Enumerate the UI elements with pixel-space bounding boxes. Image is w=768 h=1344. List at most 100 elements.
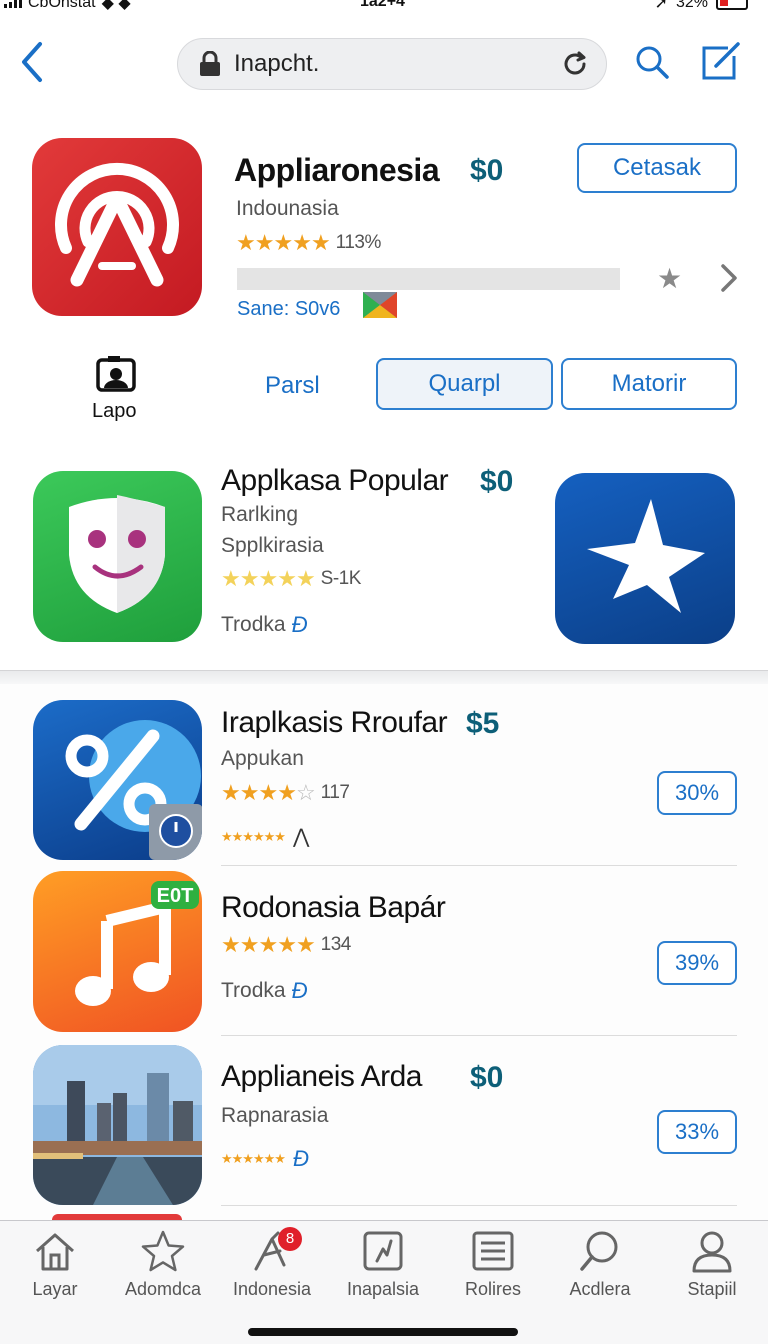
tab-adomdca[interactable]: Adomdca [108, 1229, 218, 1299]
discount-button[interactable]: 30% [657, 771, 737, 815]
caret-up-icon[interactable]: ⋀ [293, 824, 309, 849]
star-icon [141, 1229, 185, 1273]
list-item-icon[interactable] [33, 1045, 202, 1205]
search-icon [578, 1229, 622, 1273]
popular-app-price: $0 [480, 465, 514, 498]
rating-count: 113% [335, 232, 382, 253]
url-text[interactable]: Inapcht. [234, 50, 560, 78]
new-badge: E0T [157, 885, 194, 907]
status-bar: CbOnstat ◆ ◆ 1a2+4 ➚ 32% [0, 0, 768, 14]
star-app-icon[interactable] [555, 473, 735, 644]
podcast-icon [55, 162, 179, 287]
shield-face-icon [69, 495, 165, 613]
battery-icon [716, 0, 748, 10]
battery-percent: 32% [675, 0, 708, 11]
tab-label: Indonesia [232, 1279, 312, 1299]
list-item-subtitle: Appukan [221, 747, 304, 770]
tab-acdlera[interactable]: Acdlera [545, 1229, 655, 1299]
get-button[interactable]: Cetasak [577, 143, 737, 193]
popular-app-title[interactable]: Applkasa Popular [221, 464, 449, 498]
tab-label: Acdlera [569, 1279, 631, 1299]
tab-label: Layar [32, 1279, 78, 1299]
tab-rolires[interactable]: Rolires [438, 1229, 548, 1299]
notification-badge: 8 [278, 1227, 302, 1251]
tab-layar[interactable]: Layar [0, 1229, 110, 1299]
star-icon [587, 499, 705, 613]
search-button[interactable] [634, 44, 670, 80]
favorite-star-icon[interactable]: ★ [657, 262, 682, 295]
rating-count: 117 [320, 782, 350, 803]
tab-label: Adomdca [124, 1279, 202, 1299]
popular-app-icon[interactable] [33, 471, 202, 642]
list-item-price: $0 [470, 1061, 504, 1094]
search-icon [636, 46, 669, 79]
tab-matorir[interactable]: Matorir [561, 358, 737, 410]
featured-rating: ★★★★★ 113% [236, 230, 381, 256]
rating-stars: ★★★★★ [236, 230, 331, 255]
home-indicator[interactable] [248, 1328, 518, 1336]
section-divider [0, 670, 768, 684]
person-icon [690, 1229, 734, 1273]
row-separator [221, 1035, 737, 1036]
discount-button[interactable]: 33% [657, 1110, 737, 1154]
list-item-icon[interactable] [33, 700, 202, 860]
rating-count: S-1K [320, 568, 362, 589]
app-size: Sane: S0v6 [237, 298, 341, 320]
compose-button[interactable] [700, 42, 742, 82]
tab-inapalsia[interactable]: Inapalsia [328, 1229, 438, 1299]
compose-icon [702, 42, 740, 80]
list-item-title[interactable]: Rodonasia Bapár [221, 891, 446, 925]
list-item-icon[interactable]: E0T [33, 871, 202, 1032]
city-photo-icon [33, 1045, 202, 1205]
trodka-label: Trodka [221, 613, 286, 636]
signal-icon [4, 0, 22, 8]
compass-icon: 8 [250, 1227, 302, 1273]
mini-stars: ★★★★★★ [221, 1151, 286, 1166]
apps-icon [361, 1229, 405, 1273]
tab-stapiil[interactable]: Stapiil [657, 1229, 767, 1299]
url-bar[interactable]: Inapcht. [177, 38, 607, 90]
rating-stars: ★★★★☆ [221, 780, 316, 805]
featured-app-icon[interactable] [32, 138, 202, 316]
music-note-icon: E0T [75, 881, 199, 1006]
info-icon: Ð [292, 1146, 309, 1171]
back-button[interactable] [18, 40, 48, 84]
popular-rating: ★★★★★ S-1K [221, 566, 361, 592]
tab-quarpl[interactable]: Quarpl [376, 358, 553, 410]
reload-icon[interactable] [560, 49, 590, 79]
tab-label: Stapiil [687, 1279, 737, 1299]
discount-button[interactable]: 39% [657, 941, 737, 985]
list-item-title[interactable]: Applianeis Arda [221, 1060, 422, 1094]
mini-stars: ★★★★★★ [221, 828, 286, 844]
list-item-trodka: Trodka Ð [221, 978, 307, 1004]
wifi-icon: ◆ ◆ [101, 0, 131, 12]
rating-stars: ★★★★★ [221, 566, 316, 591]
tab-indonesia[interactable]: 8 Indonesia [217, 1227, 327, 1299]
camera-icon [96, 356, 136, 392]
camera-label: Lapo [92, 400, 137, 422]
home-icon [33, 1229, 77, 1273]
details-button[interactable] [716, 262, 742, 294]
list-item-price: $5 [466, 707, 500, 740]
tab-label: Inapalsia [346, 1279, 420, 1299]
status-right: ➚ 32% [655, 0, 748, 13]
list-icon [471, 1229, 515, 1273]
rating-count: 134 [320, 934, 352, 955]
mini-rating: ★★★★★★ ⋀ [221, 824, 309, 849]
info-icon: Ð [291, 612, 308, 637]
featured-app-title[interactable]: Appliaronesia [234, 152, 440, 189]
location-icon: ➚ [654, 0, 668, 12]
tab-parsl[interactable]: Parsl [265, 372, 320, 400]
tab-bar: Layar Adomdca 8 Indonesia Inapalsia Roli… [0, 1220, 768, 1344]
list-item-title[interactable]: Iraplkasis Rroufar [221, 706, 448, 740]
trodka-label: Trodka [221, 979, 286, 1002]
chevron-left-icon [22, 42, 42, 82]
featured-app-subtitle: Indounasia [236, 197, 339, 220]
list-item-rating: ★★★★★ 134 [221, 932, 351, 958]
carrier-text: CbOnstat [28, 0, 96, 11]
status-left: CbOnstat ◆ ◆ [4, 0, 131, 13]
lock-icon [198, 50, 222, 77]
popular-app-trodka: Trodka Ð [221, 612, 307, 638]
popular-app-subtitle: Rarlking [221, 503, 299, 526]
list-item-subtitle: Rapnarasia [221, 1104, 329, 1127]
